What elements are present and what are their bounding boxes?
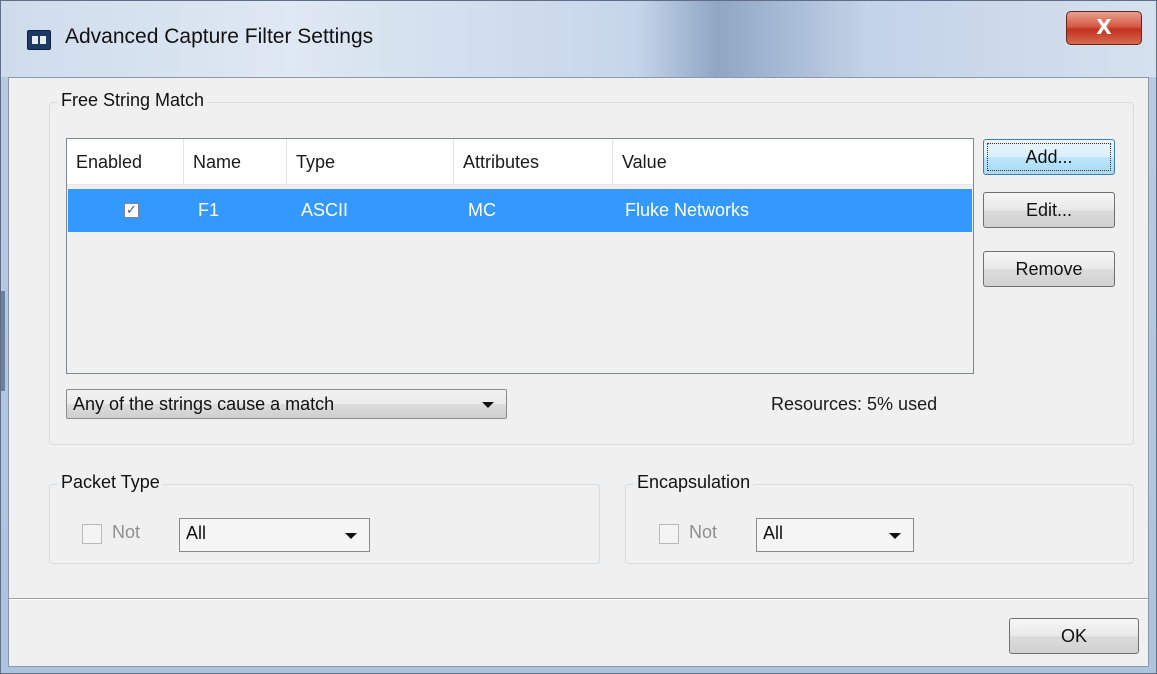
encapsulation-label: Encapsulation: [634, 472, 754, 493]
edit-button[interactable]: Edit...: [983, 192, 1115, 228]
remove-button[interactable]: Remove: [983, 251, 1115, 287]
resources-usage: Resources: 5% used: [771, 394, 938, 414]
dialog-footer: OK: [9, 600, 1148, 666]
close-button[interactable]: X: [1066, 11, 1142, 45]
column-header-value[interactable]: Value: [613, 139, 973, 185]
window-title: Advanced Capture Filter Settings: [65, 25, 374, 48]
encapsulation-value: All: [763, 523, 784, 543]
packet-type-label: Packet Type: [58, 472, 163, 493]
column-header-enabled[interactable]: Enabled: [67, 139, 184, 185]
string-match-list[interactable]: Enabled Name Type Attributes Value ✓ F1 …: [66, 138, 974, 374]
chevron-down-icon: [889, 533, 901, 539]
encapsulation-not-checkbox[interactable]: [659, 524, 679, 544]
match-mode-dropdown[interactable]: Any of the strings cause a match: [66, 389, 507, 419]
table-row[interactable]: ✓ F1 ASCII MC Fluke Networks: [68, 189, 972, 232]
ok-button[interactable]: OK: [1009, 618, 1139, 654]
chevron-down-icon: [345, 533, 357, 539]
row-value: Fluke Networks: [625, 200, 750, 220]
enabled-checkbox[interactable]: ✓: [124, 203, 139, 218]
packet-type-value: All: [186, 523, 207, 543]
free-string-match-label: Free String Match: [58, 90, 208, 111]
packet-type-not-label: Not: [112, 522, 141, 542]
add-button[interactable]: Add...: [983, 139, 1115, 175]
title-bar[interactable]: Advanced Capture Filter Settings X: [1, 1, 1156, 77]
packet-type-dropdown[interactable]: All: [179, 518, 370, 552]
row-attributes: MC: [468, 200, 496, 220]
column-header-name[interactable]: Name: [184, 139, 287, 185]
encapsulation-dropdown[interactable]: All: [756, 518, 914, 552]
column-header-attributes[interactable]: Attributes: [454, 139, 613, 185]
chevron-down-icon: [482, 402, 494, 408]
packet-type-not-checkbox[interactable]: [82, 524, 102, 544]
match-mode-value: Any of the strings cause a match: [73, 394, 335, 414]
app-icon: [27, 30, 51, 50]
row-name: F1: [198, 200, 220, 220]
encapsulation-not-label: Not: [689, 522, 718, 542]
focus-rect: [987, 143, 1111, 171]
list-header: Enabled Name Type Attributes Value: [67, 139, 973, 185]
column-header-type[interactable]: Type: [287, 139, 454, 185]
dialog-client-area: Free String Match Enabled Name Type Attr…: [8, 77, 1149, 667]
window-edge: [1, 291, 5, 391]
row-type: ASCII: [301, 200, 349, 220]
dialog-window: Advanced Capture Filter Settings X Free …: [0, 0, 1157, 674]
